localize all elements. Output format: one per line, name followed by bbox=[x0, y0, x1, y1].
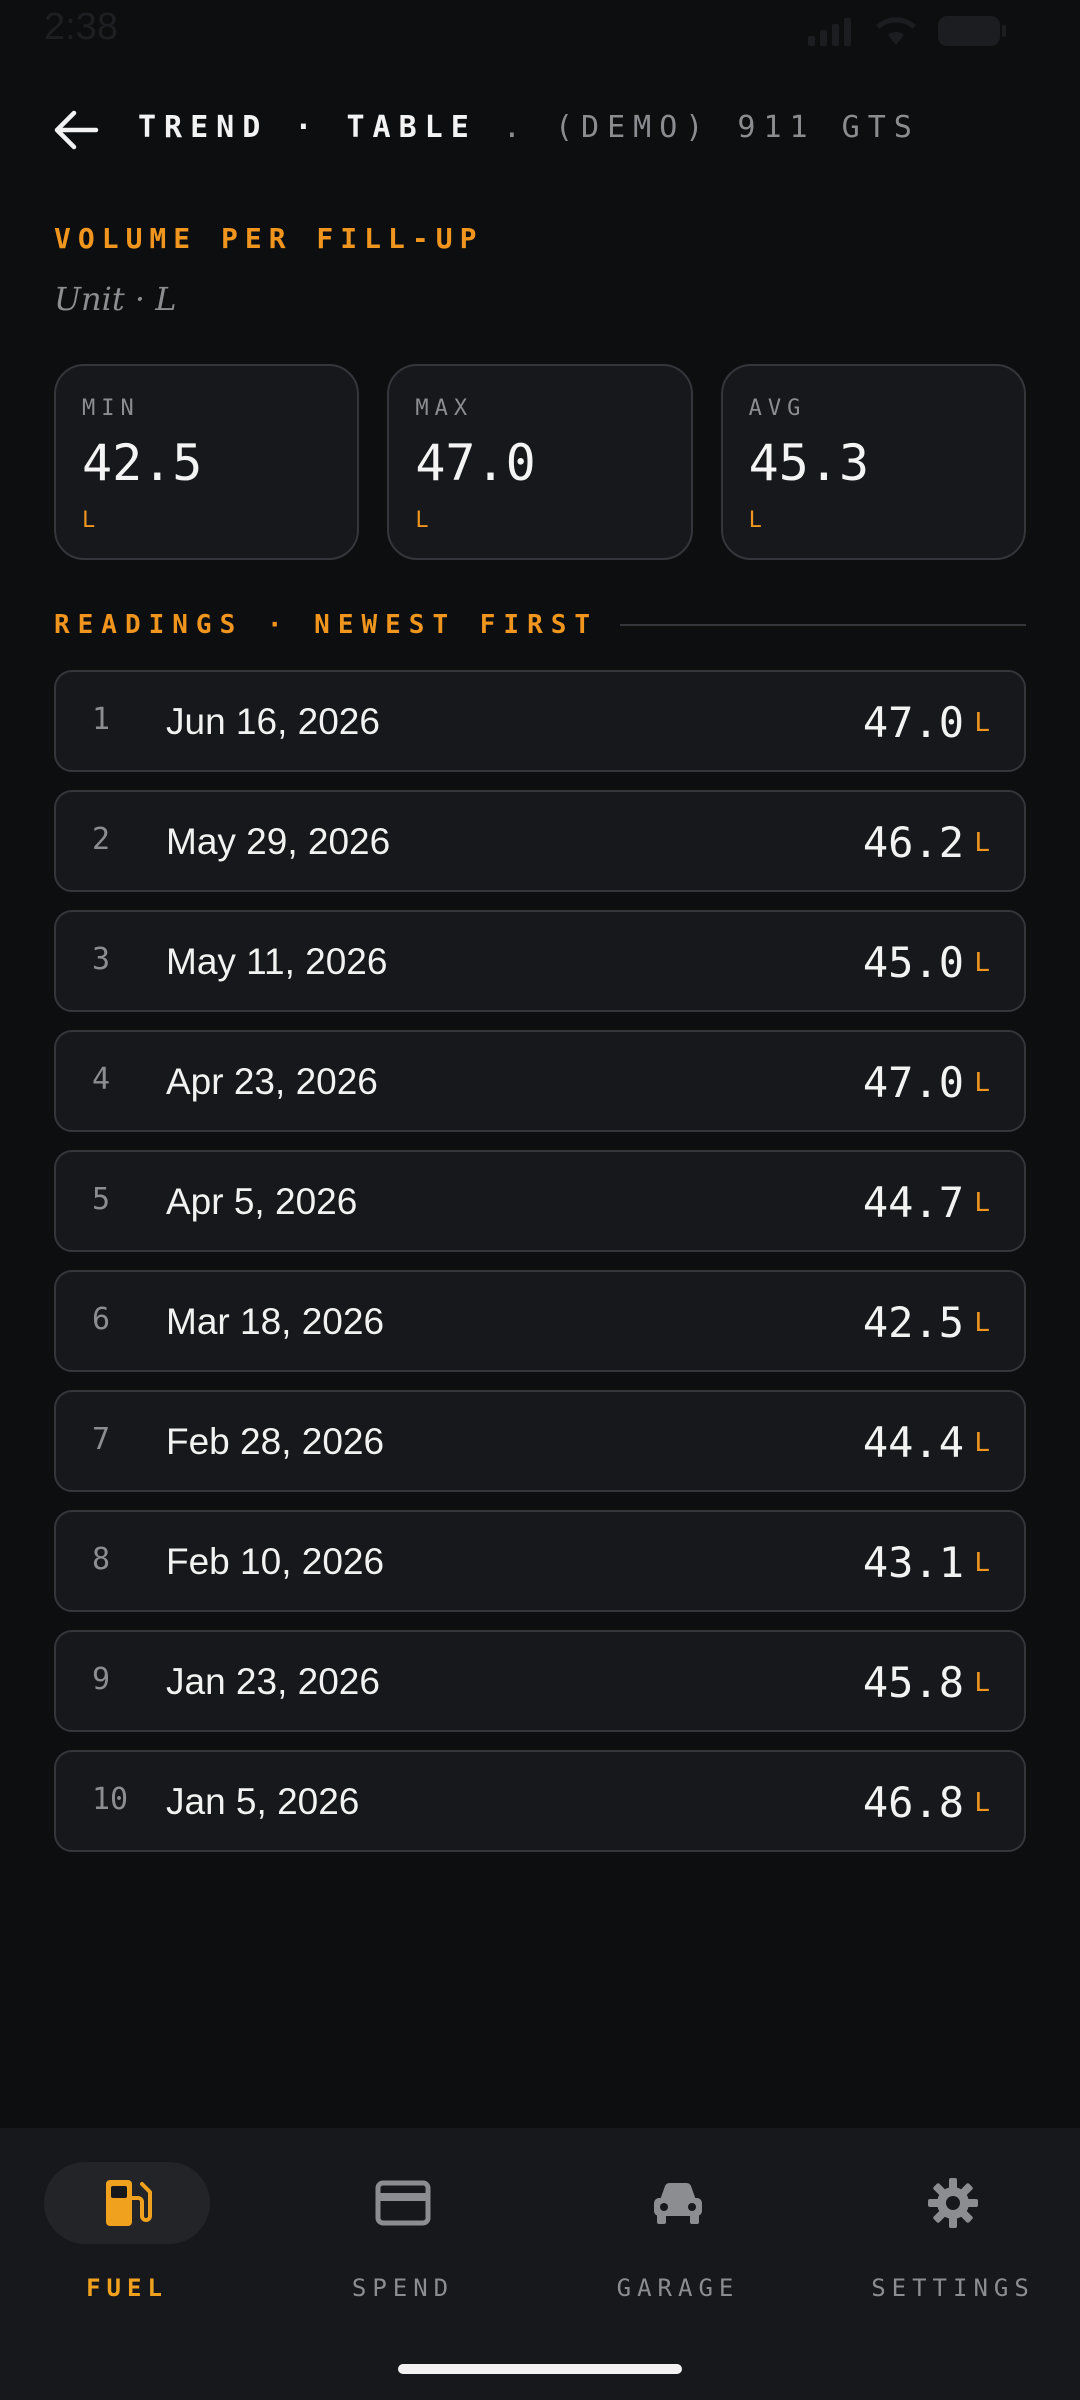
unit-line: Unit · L bbox=[54, 280, 177, 318]
row-index: 1 bbox=[92, 702, 111, 737]
row-value: 47.0 bbox=[862, 1058, 964, 1107]
row-index: 3 bbox=[92, 942, 111, 977]
row-date: Feb 28, 2026 bbox=[166, 1421, 385, 1462]
row-unit: L bbox=[974, 1548, 990, 1578]
reading-row[interactable]: 3 May 11, 2026 45.0 L bbox=[54, 910, 1026, 1012]
status-time: 2:38 bbox=[44, 6, 118, 48]
row-index: 7 bbox=[92, 1422, 111, 1457]
stat-card-min: MIN 42.5 L bbox=[54, 364, 360, 560]
row-unit: L bbox=[974, 708, 990, 738]
row-index: 2 bbox=[92, 822, 111, 857]
row-unit: L bbox=[974, 1668, 990, 1698]
row-unit: L bbox=[974, 948, 990, 978]
nav-label: SPEND bbox=[351, 2274, 455, 2302]
nav-pill bbox=[870, 2162, 1036, 2244]
row-date: Mar 18, 2026 bbox=[166, 1301, 385, 1342]
stat-unit: L bbox=[82, 508, 96, 533]
row-value: 45.0 bbox=[862, 938, 964, 987]
stat-card-avg: AVG 45.3 L bbox=[720, 364, 1026, 560]
gear-icon bbox=[928, 2178, 978, 2228]
nav-pill-active bbox=[44, 2162, 210, 2244]
status-bar: 2:38 bbox=[0, 0, 1080, 60]
divider bbox=[620, 624, 1026, 626]
nav-item-spend[interactable]: SPEND bbox=[288, 2162, 518, 2302]
row-value: 43.1 bbox=[862, 1538, 964, 1587]
row-index: 9 bbox=[92, 1662, 111, 1697]
row-value: 46.2 bbox=[862, 818, 964, 867]
reading-row[interactable]: 5 Apr 5, 2026 44.7 L bbox=[54, 1150, 1026, 1252]
row-index: 5 bbox=[92, 1182, 111, 1217]
row-unit: L bbox=[974, 1308, 990, 1338]
stat-value: 45.3 bbox=[748, 434, 870, 492]
nav-label: FUEL bbox=[86, 2274, 168, 2302]
nav-pill bbox=[595, 2162, 761, 2244]
bottom-nav: FUEL SPEND GARAGE SETTINGS bbox=[0, 2128, 1080, 2400]
row-value: 45.8 bbox=[862, 1658, 964, 1707]
reading-row[interactable]: 9 Jan 23, 2026 45.8 L bbox=[54, 1630, 1026, 1732]
row-value: 47.0 bbox=[862, 698, 964, 747]
arrow-left-icon bbox=[54, 110, 99, 150]
nav-label: SETTINGS bbox=[871, 2274, 1035, 2302]
stat-label: MAX bbox=[415, 396, 474, 421]
wifi-icon bbox=[876, 17, 916, 45]
row-index: 8 bbox=[92, 1542, 111, 1577]
stat-label: MIN bbox=[82, 396, 140, 421]
row-date: Jan 5, 2026 bbox=[166, 1781, 360, 1822]
reading-row[interactable]: 10 Jan 5, 2026 46.8 L bbox=[54, 1750, 1026, 1852]
row-unit: L bbox=[974, 828, 990, 858]
battery-icon bbox=[938, 16, 1006, 46]
nav-item-settings[interactable]: SETTINGS bbox=[838, 2162, 1068, 2302]
page-title: TREND · TABLE . (DEMO) 911 GTS bbox=[138, 110, 920, 145]
row-value: 46.8 bbox=[862, 1778, 964, 1827]
nav-pill bbox=[320, 2162, 486, 2244]
stat-unit: L bbox=[748, 508, 762, 533]
car-icon bbox=[654, 2182, 702, 2224]
stat-cards: MIN 42.5 L MAX 47.0 L AVG 45.3 L bbox=[54, 364, 1026, 560]
row-unit: L bbox=[974, 1428, 990, 1458]
reading-row[interactable]: 2 May 29, 2026 46.2 L bbox=[54, 790, 1026, 892]
row-unit: L bbox=[974, 1068, 990, 1098]
status-icons bbox=[806, 14, 1008, 48]
signal-icon bbox=[808, 18, 851, 46]
reading-row[interactable]: 6 Mar 18, 2026 42.5 L bbox=[54, 1270, 1026, 1372]
credit-card-icon bbox=[375, 2180, 431, 2226]
row-date: Apr 23, 2026 bbox=[166, 1061, 378, 1102]
reading-row[interactable]: 1 Jun 16, 2026 47.0 L bbox=[54, 670, 1026, 772]
row-date: Apr 5, 2026 bbox=[166, 1181, 358, 1222]
nav-label: GARAGE bbox=[616, 2274, 740, 2302]
row-index: 4 bbox=[92, 1062, 111, 1097]
reading-row[interactable]: 7 Feb 28, 2026 44.4 L bbox=[54, 1390, 1026, 1492]
reading-row[interactable]: 4 Apr 23, 2026 47.0 L bbox=[54, 1030, 1026, 1132]
page-title-vehicle: . (DEMO) 911 GTS bbox=[502, 110, 920, 145]
readings-header: READINGS · NEWEST FIRST bbox=[54, 610, 1026, 640]
fuel-pump-icon bbox=[106, 2180, 152, 2226]
row-date: May 11, 2026 bbox=[166, 941, 388, 982]
row-value: 42.5 bbox=[862, 1298, 964, 1347]
stat-unit: L bbox=[415, 508, 429, 533]
row-value: 44.7 bbox=[862, 1178, 964, 1227]
row-index: 6 bbox=[92, 1302, 111, 1337]
back-button[interactable] bbox=[48, 102, 104, 158]
row-date: Jun 16, 2026 bbox=[166, 701, 380, 742]
nav-item-fuel[interactable]: FUEL bbox=[12, 2162, 242, 2302]
stat-value: 42.5 bbox=[82, 434, 203, 492]
readings-list: 1 Jun 16, 2026 47.0 L 2 May 29, 2026 46.… bbox=[54, 670, 1026, 1870]
row-date: May 29, 2026 bbox=[166, 821, 391, 862]
row-date: Feb 10, 2026 bbox=[166, 1541, 385, 1582]
stat-label: AVG bbox=[748, 396, 807, 421]
row-value: 44.4 bbox=[862, 1418, 964, 1467]
section-title: VOLUME PER FILL-UP bbox=[54, 222, 484, 255]
row-date: Jan 23, 2026 bbox=[166, 1661, 380, 1702]
nav-item-garage[interactable]: GARAGE bbox=[563, 2162, 793, 2302]
stat-value: 47.0 bbox=[415, 434, 536, 492]
page-title-main: TREND · TABLE bbox=[138, 110, 477, 145]
stat-card-max: MAX 47.0 L bbox=[387, 364, 693, 560]
reading-row[interactable]: 8 Feb 10, 2026 43.1 L bbox=[54, 1510, 1026, 1612]
row-index: 10 bbox=[92, 1782, 129, 1817]
row-unit: L bbox=[974, 1188, 990, 1218]
row-unit: L bbox=[974, 1788, 990, 1818]
home-indicator[interactable] bbox=[398, 2364, 682, 2374]
readings-title: READINGS · NEWEST FIRST bbox=[54, 610, 599, 640]
